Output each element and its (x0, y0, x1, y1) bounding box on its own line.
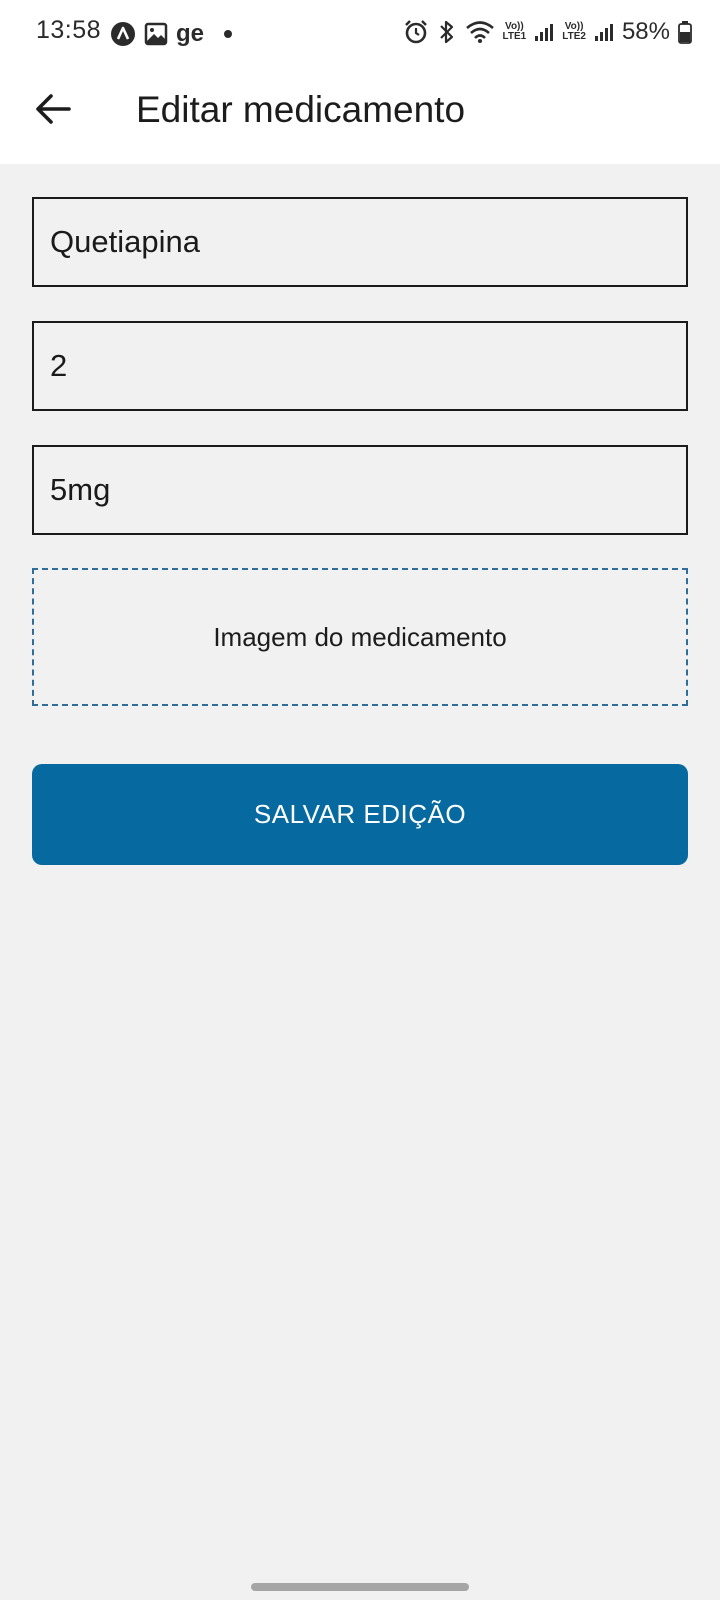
medication-dosage-field (32, 445, 688, 535)
lte2-label: LTE2 (562, 31, 586, 42)
medication-name-input[interactable] (34, 199, 686, 285)
status-right-icons: Vo)) LTE1 Vo)) LTE2 58% (403, 18, 692, 46)
battery-percent: 58% (621, 18, 670, 45)
alarm-icon (404, 20, 427, 44)
medication-image-picker[interactable]: Imagem do medicamento (32, 568, 688, 706)
status-time: 13:58 (36, 16, 102, 44)
lte1-label: LTE1 (502, 31, 527, 42)
gallery-icon (144, 22, 168, 46)
battery-icon (678, 21, 692, 44)
gesture-nav-handle[interactable] (251, 1583, 469, 1591)
volte-lte1-icon: Vo)) LTE1 (503, 22, 527, 42)
signal-icon (594, 24, 613, 41)
page-title: Editar medicamento (136, 89, 466, 130)
medication-quantity-field (32, 321, 688, 411)
status-left-icons: ge (110, 20, 236, 48)
notification-dot-icon (224, 30, 233, 38)
image-picker-label: Imagem do medicamento (213, 621, 507, 652)
bluetooth-icon (439, 20, 453, 44)
status-ge-label: ge (176, 20, 205, 47)
status-bar: 13:58 ge Vo)) LTE1 Vo)) LTE2 58% (0, 0, 720, 66)
arrow-left-icon (36, 94, 71, 124)
save-edit-button[interactable]: SALVAR EDIÇÃO (32, 764, 688, 865)
wifi-icon (465, 21, 494, 43)
app-a-icon (111, 22, 135, 46)
medication-dosage-input[interactable] (34, 447, 686, 533)
medication-quantity-input[interactable] (34, 323, 686, 409)
volte-lte2-icon: Vo)) LTE2 (562, 22, 586, 42)
app-header: Editar medicamento (0, 66, 720, 164)
signal-icon (535, 24, 554, 41)
medication-name-field (32, 197, 688, 287)
back-button[interactable] (28, 84, 78, 134)
